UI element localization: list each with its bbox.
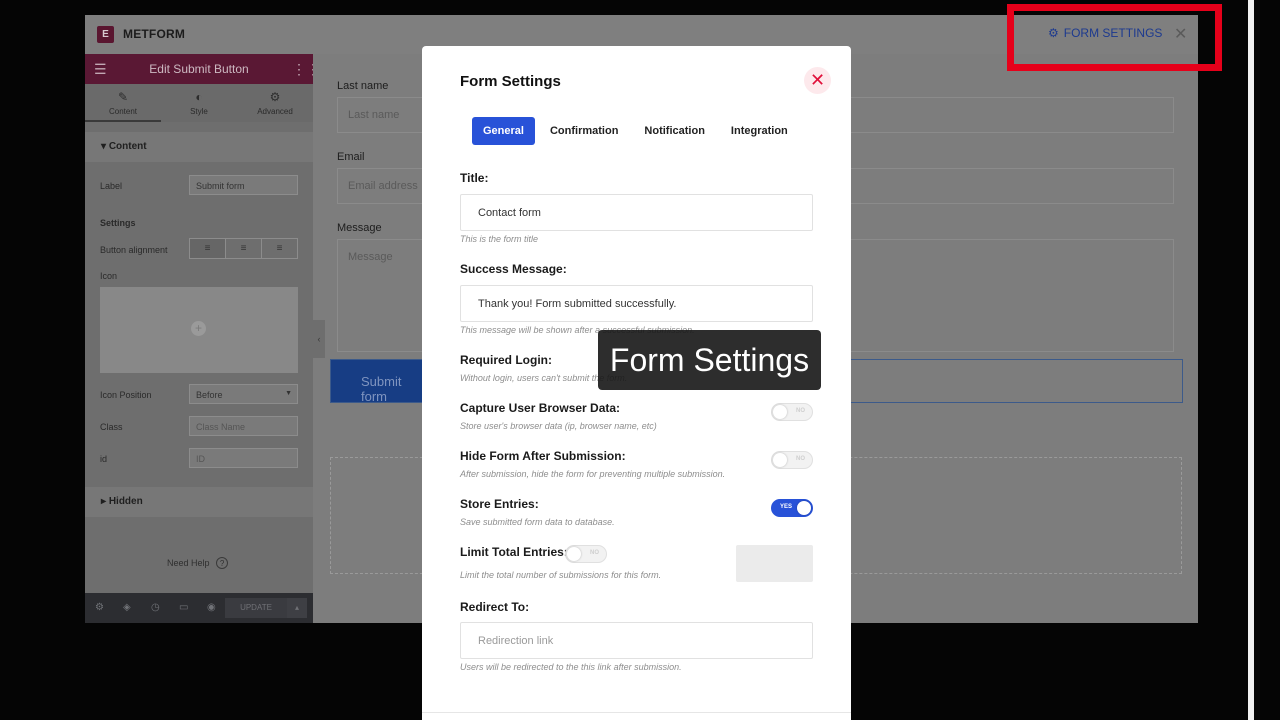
limit-entries-toggle[interactable]: NO (565, 545, 607, 563)
limit-entries-help: Limit the total number of submissions fo… (460, 570, 662, 580)
panel-title: Edit Submit Button (149, 62, 249, 76)
class-label: Class (100, 422, 123, 432)
collapse-panel-icon[interactable]: ‹ (313, 320, 325, 358)
toggle-knob (567, 547, 581, 561)
toggle-state: NO (796, 456, 805, 462)
panel-tabs: ✎ Content ◐ Style ⚙ Advanced (85, 84, 313, 122)
settings-icon[interactable]: ⚙ (95, 602, 104, 613)
tab-style-label: Style (190, 107, 208, 116)
align-left-icon[interactable]: ≡ (190, 239, 226, 258)
icon-position-label: Icon Position (100, 390, 152, 400)
redirect-label: Redirect To: (460, 600, 530, 614)
panel-header: ☰ Edit Submit Button ⋮⋮ (85, 54, 320, 84)
align-right-icon[interactable]: ≡ (262, 239, 297, 258)
video-caption: Form Settings (598, 330, 821, 390)
align-center-icon[interactable]: ≡ (226, 239, 262, 258)
id-label: id (100, 454, 108, 464)
store-entries-toggle[interactable]: YES (771, 499, 813, 517)
content-section-label: Content (108, 141, 147, 152)
redirect-help: Users will be redirected to the this lin… (460, 662, 682, 672)
store-entries-help: Save submitted form data to database. (460, 517, 615, 527)
tab-advanced[interactable]: ⚙ Advanced (237, 90, 313, 116)
elementor-panel: ☰ Edit Submit Button ⋮⋮ ✎ Content ◐ Styl… (85, 54, 320, 623)
email-label: Email (337, 151, 365, 163)
limit-entries-label: Limit Total Entries: (460, 545, 568, 559)
success-message-input[interactable]: Thank you! Form submitted successfully. (460, 285, 813, 322)
history-icon[interactable]: ◷ (151, 602, 160, 613)
alignment-control: ≡ ≡ ≡ (189, 238, 298, 259)
preview-eye-icon[interactable]: ◉ (207, 602, 216, 613)
modal-divider (422, 712, 851, 713)
tab-advanced-label: Advanced (257, 107, 293, 116)
id-input[interactable]: ID (189, 448, 298, 468)
highlight-box (1007, 4, 1222, 71)
responsive-icon[interactable]: ▭ (179, 602, 188, 613)
toggle-knob (797, 501, 811, 515)
tab-style[interactable]: ◐ Style (161, 90, 237, 116)
hide-form-help: After submission, hide the form for prev… (460, 469, 726, 479)
update-button[interactable]: UPDATE (225, 598, 287, 618)
tab-confirmation[interactable]: Confirmation (539, 117, 629, 145)
hidden-section-toggle[interactable]: ▸ Hidden (85, 487, 313, 517)
success-message-label: Success Message: (460, 262, 567, 276)
title-input[interactable]: Contact form (460, 194, 813, 231)
tab-content-label: Content (108, 107, 138, 116)
icon-position-value: Before (196, 390, 223, 400)
toggle-knob (773, 453, 787, 467)
icon-picker[interactable]: + (100, 287, 298, 373)
required-login-label: Required Login: (460, 353, 552, 367)
video-frame: E METFORM ⚙ FORM SETTINGS ✕ ☰ Edit Submi… (0, 0, 1280, 720)
class-input[interactable]: Class Name (189, 416, 298, 436)
need-help-label: Need Help (167, 558, 210, 568)
modal-title: Form Settings (460, 73, 561, 90)
limit-entries-input[interactable] (736, 545, 813, 582)
hide-form-toggle[interactable]: NO (771, 451, 813, 469)
update-options-icon[interactable]: ▴ (287, 598, 307, 618)
metform-logo-icon: E (97, 26, 114, 43)
submit-button[interactable]: Submit form (331, 360, 423, 404)
hidden-section-label: Hidden (108, 496, 143, 507)
contrast-icon: ◐ (195, 90, 203, 104)
capture-browser-data-toggle[interactable]: NO (771, 403, 813, 421)
chevron-down-icon: ▼ (285, 390, 292, 397)
message-label: Message (337, 222, 382, 234)
toggle-state: NO (590, 550, 599, 556)
toggle-knob (773, 405, 787, 419)
tab-content[interactable]: ✎ Content (85, 90, 161, 122)
toggle-state: NO (796, 408, 805, 414)
layers-icon[interactable]: ◈ (123, 602, 131, 613)
button-alignment-label: Button alignment (100, 245, 168, 255)
need-help-link[interactable]: Need Help ? (167, 557, 229, 569)
title-label: Title: (460, 171, 489, 185)
capture-browser-data-label: Capture User Browser Data: (460, 401, 621, 415)
plus-icon: + (191, 321, 206, 336)
icon-position-select[interactable]: Before ▼ (189, 384, 298, 404)
tab-notification[interactable]: Notification (633, 117, 716, 145)
title-help: This is the form title (460, 234, 539, 244)
help-icon: ? (216, 557, 229, 569)
redirect-input[interactable]: Redirection link (460, 622, 813, 659)
store-entries-label: Store Entries: (460, 497, 539, 511)
gear-icon: ⚙ (269, 90, 281, 104)
last-name-label: Last name (337, 80, 389, 92)
settings-heading: Settings (100, 218, 136, 228)
icon-label: Icon (100, 271, 118, 281)
hide-form-label: Hide Form After Submission: (460, 449, 626, 463)
brand-name: METFORM (123, 27, 186, 41)
close-icon[interactable]: ✕ (804, 67, 831, 94)
settings-tabs: General Confirmation Notification Integr… (472, 117, 799, 145)
label-input[interactable]: Submit form (189, 175, 298, 195)
label-field-label: Label (100, 181, 123, 191)
tab-integration[interactable]: Integration (720, 117, 799, 145)
toggle-state: YES (780, 504, 793, 510)
caret-right-icon: ▸ (101, 496, 109, 507)
caret-down-icon: ▾ (101, 141, 109, 152)
panel-footer: ⚙ ◈ ◷ ▭ ◉ UPDATE ▴ (85, 593, 313, 623)
capture-browser-data-help: Store user's browser data (ip, browser n… (460, 421, 657, 431)
pencil-icon: ✎ (117, 90, 129, 104)
content-section-toggle[interactable]: ▾ Content (85, 132, 313, 162)
tab-general[interactable]: General (472, 117, 535, 145)
screen-edge (1248, 0, 1254, 720)
